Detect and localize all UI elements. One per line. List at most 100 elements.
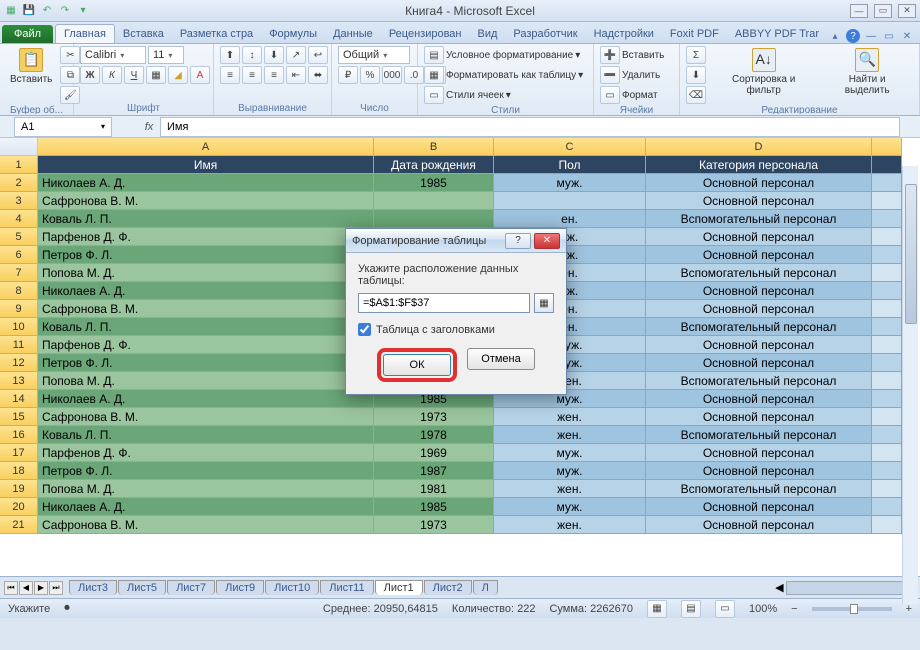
delete-cells-button[interactable]: ➖Удалить — [600, 66, 660, 84]
row-header[interactable]: 11 — [0, 336, 38, 354]
cell[interactable]: 1978 — [374, 426, 494, 444]
cell[interactable]: 1985 — [374, 174, 494, 192]
sheet-tab[interactable]: Лист5 — [118, 580, 166, 595]
cell[interactable] — [872, 192, 902, 210]
row-header[interactable]: 18 — [0, 462, 38, 480]
minimize-icon[interactable]: — — [850, 4, 868, 18]
cell[interactable] — [872, 480, 902, 498]
cell[interactable]: Основной персонал — [646, 336, 872, 354]
bold-icon[interactable]: Ж — [80, 66, 100, 84]
cell[interactable]: Николаев А. Д. — [38, 390, 374, 408]
cell[interactable]: Петров Ф. Л. — [38, 462, 374, 480]
workbook-restore-icon[interactable]: ▭ — [882, 29, 896, 43]
tab-file[interactable]: Файл — [2, 25, 53, 43]
range-input[interactable] — [358, 293, 530, 313]
col-header-b[interactable]: B — [374, 138, 494, 156]
tab-addins[interactable]: Надстройки — [586, 25, 662, 43]
zoom-level[interactable]: 100% — [749, 603, 777, 615]
align-left-icon[interactable]: ≡ — [220, 66, 240, 84]
cell[interactable]: Парфенов Д. Ф. — [38, 228, 374, 246]
table-row[interactable]: 4 Коваль Л. П. ен. Вспомогательный персо… — [0, 210, 920, 228]
cell[interactable]: Основной персонал — [646, 498, 872, 516]
cell[interactable] — [872, 210, 902, 228]
merge-icon[interactable]: ⬌ — [308, 66, 328, 84]
autosum-icon[interactable]: Σ — [686, 46, 706, 64]
cell[interactable] — [872, 354, 902, 372]
cell[interactable] — [872, 498, 902, 516]
dialog-close-icon[interactable]: ✕ — [534, 233, 560, 249]
format-as-table-button[interactable]: ▦Форматировать как таблицу ▾ — [424, 66, 583, 84]
cell[interactable] — [872, 282, 902, 300]
italic-icon[interactable]: К — [102, 66, 122, 84]
ok-button[interactable]: ОК — [383, 354, 451, 376]
sheet-tab[interactable]: Лист2 — [424, 580, 472, 595]
cell[interactable]: Вспомогательный персонал — [646, 426, 872, 444]
wrap-text-icon[interactable]: ↩ — [308, 46, 328, 64]
fill-color-icon[interactable]: ◢ — [168, 66, 188, 84]
cell[interactable] — [374, 210, 494, 228]
redo-icon[interactable]: ↷ — [58, 4, 72, 18]
table-row[interactable]: 19 Попова М. Д. 1981 жен. Вспомогательны… — [0, 480, 920, 498]
cell[interactable]: Вспомогательный персонал — [646, 264, 872, 282]
sheet-nav-prev-icon[interactable]: ◀ — [19, 581, 33, 595]
col-header-c[interactable]: C — [494, 138, 646, 156]
cell[interactable]: Основной персонал — [646, 246, 872, 264]
cell[interactable] — [872, 174, 902, 192]
cell[interactable] — [872, 516, 902, 534]
cell[interactable]: 1985 — [374, 498, 494, 516]
conditional-formatting-button[interactable]: ▤Условное форматирование ▾ — [424, 46, 580, 64]
format-cells-button[interactable]: ▭Формат — [600, 86, 658, 104]
align-middle-icon[interactable]: ↕ — [242, 46, 262, 64]
row-header[interactable]: 20 — [0, 498, 38, 516]
sheet-nav-last-icon[interactable]: ⏭ — [49, 581, 63, 595]
cell[interactable]: Николаев А. Д. — [38, 174, 374, 192]
cell[interactable]: муж. — [494, 174, 646, 192]
tab-developer[interactable]: Разработчик — [505, 25, 585, 43]
cell[interactable]: Петров Ф. Л. — [38, 246, 374, 264]
sheet-tab[interactable]: Лист9 — [216, 580, 264, 595]
cell[interactable]: Петров Ф. Л. — [38, 354, 374, 372]
vertical-scrollbar[interactable] — [902, 166, 918, 604]
paste-button[interactable]: 📋Вставить — [6, 46, 56, 87]
cell[interactable]: Сафронова В. М. — [38, 192, 374, 210]
align-center-icon[interactable]: ≡ — [242, 66, 262, 84]
sheet-nav-first-icon[interactable]: ⏮ — [4, 581, 18, 595]
cell[interactable] — [872, 426, 902, 444]
cell[interactable]: Попова М. Д. — [38, 264, 374, 282]
row-header[interactable]: 17 — [0, 444, 38, 462]
font-size-combo[interactable]: 11▾ — [148, 46, 184, 64]
cell[interactable]: Основной персонал — [646, 228, 872, 246]
row-header[interactable]: 2 — [0, 174, 38, 192]
clear-icon[interactable]: ⌫ — [686, 86, 706, 104]
dialog-titlebar[interactable]: Форматирование таблицы ? ✕ — [346, 229, 566, 253]
sheet-tab[interactable]: Л — [473, 580, 498, 595]
table-row[interactable]: 3 Сафронова В. М. Основной персонал — [0, 192, 920, 210]
table-row[interactable]: 18 Петров Ф. Л. 1987 муж. Основной персо… — [0, 462, 920, 480]
headers-checkbox-label[interactable]: Таблица с заголовками — [358, 323, 554, 336]
sheet-tab-active[interactable]: Лист1 — [375, 580, 423, 595]
maximize-icon[interactable]: ▭ — [874, 4, 892, 18]
cell[interactable]: Сафронова В. М. — [38, 408, 374, 426]
cell[interactable] — [872, 264, 902, 282]
tab-home[interactable]: Главная — [55, 24, 115, 43]
row-header[interactable]: 10 — [0, 318, 38, 336]
scrollbar-thumb[interactable] — [905, 184, 917, 324]
row-header[interactable]: 12 — [0, 354, 38, 372]
horizontal-scrollbar[interactable] — [786, 581, 906, 595]
align-top-icon[interactable]: ⬆ — [220, 46, 240, 64]
row-header[interactable]: 15 — [0, 408, 38, 426]
tab-data[interactable]: Данные — [325, 25, 381, 43]
cell[interactable]: Коваль Л. П. — [38, 426, 374, 444]
col-header-d[interactable]: D — [646, 138, 872, 156]
row-header[interactable]: 4 — [0, 210, 38, 228]
comma-icon[interactable]: 000 — [382, 66, 402, 84]
cell[interactable]: жен. — [494, 516, 646, 534]
cell[interactable]: ен. — [494, 210, 646, 228]
cell[interactable]: Основной персонал — [646, 192, 872, 210]
cell[interactable] — [494, 192, 646, 210]
indent-dec-icon[interactable]: ⇤ — [286, 66, 306, 84]
close-icon[interactable]: ✕ — [898, 4, 916, 18]
align-right-icon[interactable]: ≡ — [264, 66, 284, 84]
fx-icon[interactable]: fx — [140, 121, 158, 133]
range-selector-icon[interactable]: ▦ — [534, 293, 554, 313]
